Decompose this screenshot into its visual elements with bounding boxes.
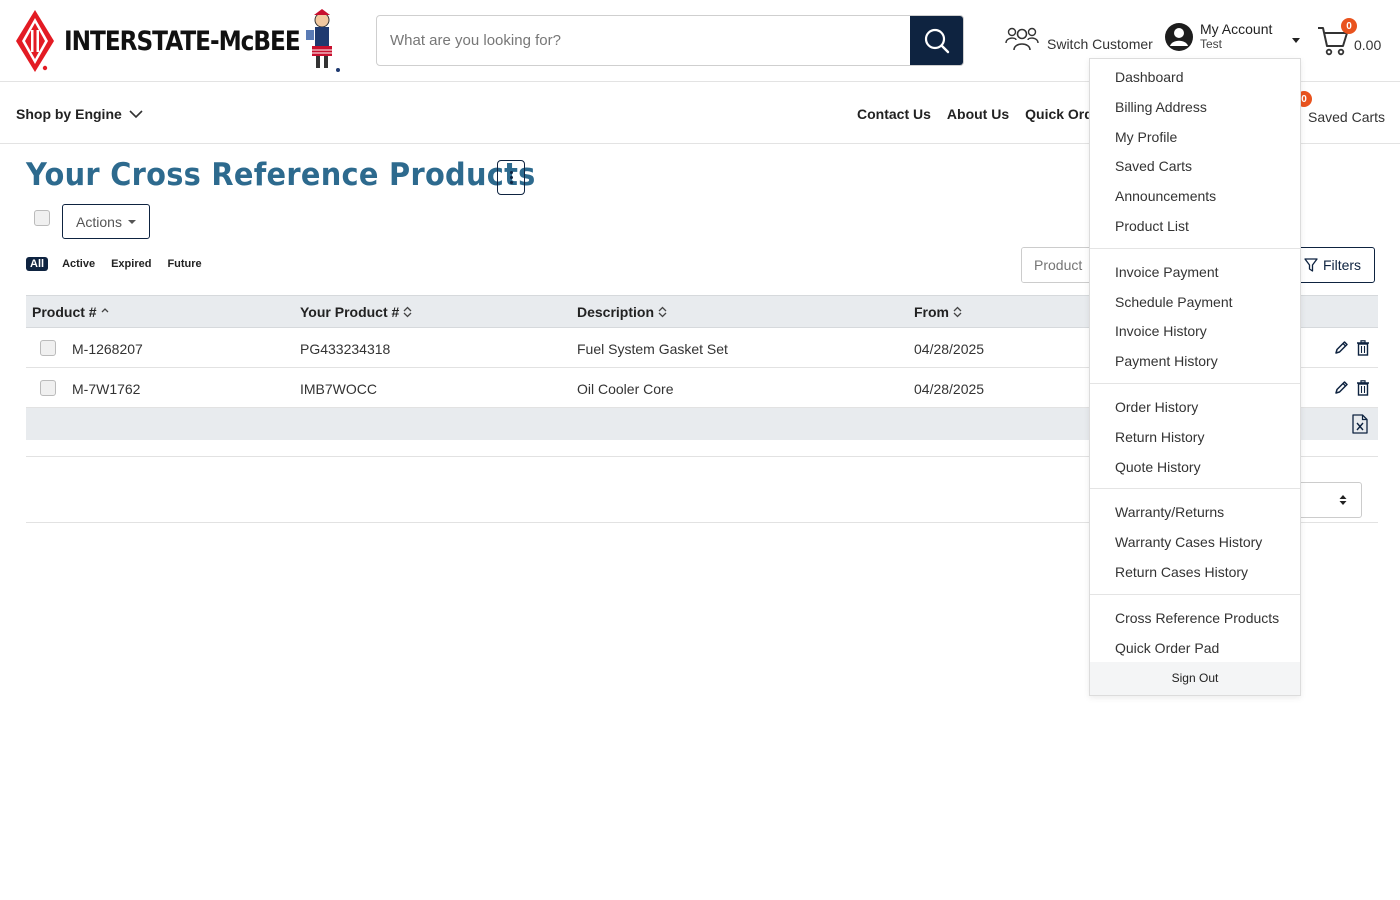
kebab-icon [509, 171, 513, 174]
menu-item-invoice-payment[interactable]: Invoice Payment [1090, 258, 1300, 288]
menu-item-order-history[interactable]: Order History [1090, 393, 1300, 423]
menu-item-announcements[interactable]: Announcements [1090, 182, 1300, 212]
actions-label: Actions [76, 213, 122, 230]
sort-asc-icon [101, 308, 109, 313]
users-icon [1005, 27, 1039, 51]
col-description-label: Description [577, 304, 655, 320]
shop-by-engine-menu[interactable]: Shop by Engine [16, 106, 143, 122]
nav-contact-us[interactable]: Contact Us [857, 106, 931, 122]
search-icon [924, 28, 949, 53]
row-checkbox[interactable] [40, 380, 56, 396]
pencil-icon[interactable] [1334, 380, 1349, 395]
col-description[interactable]: Description [577, 304, 667, 320]
more-options-button[interactable] [497, 160, 525, 195]
search-input[interactable] [377, 16, 911, 65]
menu-item-quick-order-pad[interactable]: Quick Order Pad [1090, 634, 1300, 664]
menu-item-payment-history[interactable]: Payment History [1090, 347, 1300, 377]
menu-item-cross-reference-products[interactable]: Cross Reference Products [1090, 604, 1300, 634]
col-your-product[interactable]: Your Product # [300, 304, 412, 320]
nav-saved-carts[interactable]: Saved Carts [1308, 109, 1385, 125]
status-tabs: All Active Expired Future [26, 257, 204, 271]
tab-expired[interactable]: Expired [109, 257, 153, 271]
menu-group-warranty: Warranty/Returns Warranty Cases History … [1090, 489, 1300, 595]
menu-item-my-profile[interactable]: My Profile [1090, 123, 1300, 153]
sort-icon [658, 306, 667, 318]
menu-group-payments: Invoice Payment Schedule Payment Invoice… [1090, 249, 1300, 384]
logo-text: INTERSTATE-McBEE [64, 26, 301, 57]
sign-out-button[interactable]: Sign Out [1090, 662, 1300, 695]
menu-group-account: Dashboard Billing Address My Profile Sav… [1090, 59, 1300, 249]
tab-all[interactable]: All [26, 257, 49, 271]
cell-your-product: IMB7WOCC [300, 381, 377, 397]
col-from-label: From [914, 304, 949, 320]
sort-icon [953, 306, 962, 318]
filters-button[interactable]: Filters [1290, 247, 1375, 283]
trash-icon[interactable] [1356, 380, 1370, 396]
shop-by-engine-label: Shop by Engine [16, 106, 122, 122]
nav-links: Contact Us About Us Quick Ord [857, 106, 1093, 122]
logo[interactable]: INTERSTATE-McBEE [14, 8, 344, 74]
switch-customer-label: Switch Customer [1047, 36, 1153, 52]
menu-item-invoice-history[interactable]: Invoice History [1090, 317, 1300, 347]
col-product-label: Product # [32, 304, 97, 320]
menu-item-quote-history[interactable]: Quote History [1090, 453, 1300, 483]
sort-icon [403, 306, 412, 318]
menu-group-tools: Cross Reference Products Quick Order Pad [1090, 595, 1300, 670]
menu-item-return-history[interactable]: Return History [1090, 423, 1300, 453]
menu-item-product-list[interactable]: Product List [1090, 212, 1300, 242]
chevron-down-icon [1292, 38, 1300, 43]
menu-item-warranty-returns[interactable]: Warranty/Returns [1090, 498, 1300, 528]
cart-total: 0.00 [1354, 37, 1382, 53]
select-arrows-icon [1339, 495, 1347, 505]
account-user: Test [1200, 37, 1223, 51]
page-title: Your Cross Reference Products [26, 157, 536, 193]
select-all-checkbox[interactable] [34, 210, 50, 226]
user-circle-icon [1165, 23, 1193, 51]
menu-group-history: Order History Return History Quote Histo… [1090, 384, 1300, 490]
menu-item-billing-address[interactable]: Billing Address [1090, 93, 1300, 123]
excel-icon[interactable] [1352, 414, 1368, 434]
menu-item-warranty-cases-history[interactable]: Warranty Cases History [1090, 528, 1300, 558]
menu-item-schedule-payment[interactable]: Schedule Payment [1090, 288, 1300, 318]
account-dropdown-menu: Dashboard Billing Address My Profile Sav… [1089, 58, 1301, 696]
chevron-down-icon [129, 109, 143, 118]
col-your-product-label: Your Product # [300, 304, 400, 320]
filters-label: Filters [1322, 257, 1362, 273]
menu-item-dashboard[interactable]: Dashboard [1090, 63, 1300, 93]
cell-product: M-1268207 [72, 341, 143, 357]
menu-item-return-cases-history[interactable]: Return Cases History [1090, 558, 1300, 588]
logo-diamond-icon [16, 10, 54, 72]
cell-product: M-7W1762 [72, 381, 141, 397]
menu-item-saved-carts[interactable]: Saved Carts [1090, 152, 1300, 182]
filter-icon [1304, 258, 1318, 272]
pencil-icon[interactable] [1334, 340, 1349, 355]
col-product[interactable]: Product # [32, 304, 109, 320]
caret-down-icon [127, 219, 136, 224]
cell-description: Fuel System Gasket Set [577, 341, 728, 357]
cell-from: 04/28/2025 [914, 341, 985, 357]
cell-from: 04/28/2025 [914, 381, 985, 397]
my-account-toggle[interactable]: My Account Test [1164, 21, 1300, 52]
actions-dropdown-button[interactable]: Actions [62, 204, 150, 239]
tab-active[interactable]: Active [60, 257, 97, 271]
search-bar [376, 15, 964, 66]
row-checkbox[interactable] [40, 340, 56, 356]
switch-customer-button[interactable]: Switch Customer [1005, 26, 1153, 52]
tab-future[interactable]: Future [165, 257, 203, 271]
account-title: My Account [1200, 21, 1273, 37]
cell-description: Oil Cooler Core [577, 381, 674, 397]
col-from[interactable]: From [914, 304, 962, 320]
cell-your-product: PG433234318 [300, 341, 391, 357]
nav-about-us[interactable]: About Us [947, 106, 1009, 122]
trash-icon[interactable] [1356, 340, 1370, 356]
search-button[interactable] [910, 16, 963, 65]
cart-button[interactable]: 0 0.00 [1317, 18, 1397, 62]
mascot-icon [306, 9, 340, 72]
cart-count-badge: 0 [1341, 18, 1357, 34]
nav-quick-order[interactable]: Quick Ord [1025, 106, 1093, 122]
